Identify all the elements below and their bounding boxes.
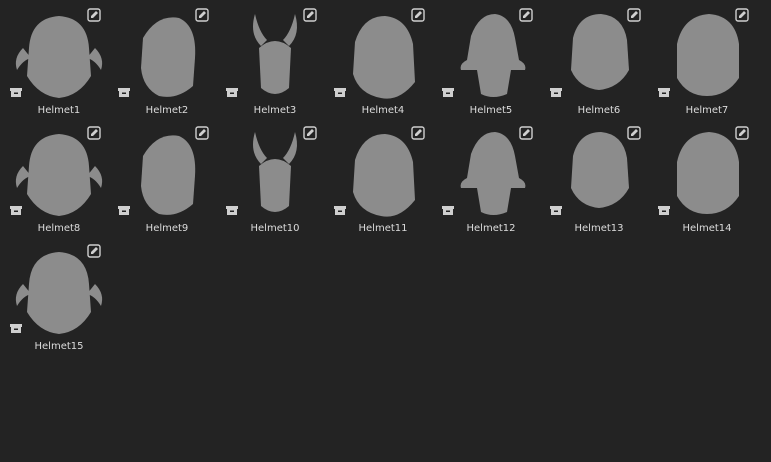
asset-tile[interactable]: Helmet13	[545, 124, 653, 242]
edit-icon[interactable]	[411, 8, 425, 22]
asset-name-label: Helmet1	[37, 105, 81, 116]
asset-tile[interactable]: Helmet14	[653, 124, 761, 242]
asset-name-label: Helmet9	[145, 223, 189, 234]
asset-tile[interactable]: Helmet11	[329, 124, 437, 242]
helmet-thumbnail-icon[interactable]	[657, 8, 757, 108]
edit-icon[interactable]	[87, 244, 101, 258]
edit-icon[interactable]	[87, 8, 101, 22]
asset-marker-icon[interactable]	[441, 85, 455, 99]
asset-tile[interactable]: Helmet10	[221, 124, 329, 242]
edit-icon[interactable]	[519, 8, 533, 22]
asset-marker-icon[interactable]	[9, 85, 23, 99]
asset-tile[interactable]: Helmet9	[113, 124, 221, 242]
asset-marker-icon[interactable]	[549, 203, 563, 217]
helmet-thumbnail-icon[interactable]	[9, 8, 109, 108]
helmet-thumbnail-icon[interactable]	[117, 126, 217, 226]
edit-icon[interactable]	[519, 126, 533, 140]
asset-tile[interactable]: Helmet2	[113, 6, 221, 124]
helmet-thumbnail-icon[interactable]	[549, 8, 649, 108]
edit-icon[interactable]	[195, 126, 209, 140]
helmet-thumbnail-icon[interactable]	[9, 244, 109, 344]
asset-name-label: Helmet10	[250, 223, 300, 234]
helmet-thumbnail-icon[interactable]	[117, 8, 217, 108]
helmet-thumbnail-icon[interactable]	[9, 126, 109, 226]
edit-icon[interactable]	[735, 8, 749, 22]
asset-marker-icon[interactable]	[657, 203, 671, 217]
edit-icon[interactable]	[411, 126, 425, 140]
edit-icon[interactable]	[735, 126, 749, 140]
asset-tile[interactable]: Helmet7	[653, 6, 761, 124]
asset-name-label: Helmet8	[37, 223, 81, 234]
asset-tile[interactable]: Helmet5	[437, 6, 545, 124]
helmet-thumbnail-icon[interactable]	[657, 126, 757, 226]
asset-marker-icon[interactable]	[333, 85, 347, 99]
asset-tile[interactable]: Helmet3	[221, 6, 329, 124]
helmet-thumbnail-icon[interactable]	[441, 8, 541, 108]
asset-marker-icon[interactable]	[657, 85, 671, 99]
helmet-thumbnail-icon[interactable]	[549, 126, 649, 226]
edit-icon[interactable]	[195, 8, 209, 22]
asset-browser-grid: Helmet1 Helmet2 Helmet3 Helmet4 Helmet5 Helme…	[0, 0, 771, 462]
asset-name-label: Helmet12	[466, 223, 516, 234]
asset-tile[interactable]: Helmet6	[545, 6, 653, 124]
helmet-thumbnail-icon[interactable]	[225, 126, 325, 226]
helmet-thumbnail-icon[interactable]	[225, 8, 325, 108]
asset-name-label: Helmet4	[361, 105, 405, 116]
helmet-thumbnail-icon[interactable]	[333, 126, 433, 226]
asset-name-label: Helmet13	[574, 223, 624, 234]
asset-marker-icon[interactable]	[441, 203, 455, 217]
asset-marker-icon[interactable]	[9, 321, 23, 335]
asset-name-label: Helmet15	[34, 341, 84, 352]
asset-name-label: Helmet3	[253, 105, 297, 116]
asset-marker-icon[interactable]	[225, 85, 239, 99]
asset-name-label: Helmet5	[469, 105, 513, 116]
asset-tile[interactable]: Helmet15	[5, 242, 113, 360]
asset-marker-icon[interactable]	[9, 203, 23, 217]
edit-icon[interactable]	[627, 8, 641, 22]
asset-marker-icon[interactable]	[117, 85, 131, 99]
asset-name-label: Helmet7	[685, 105, 729, 116]
edit-icon[interactable]	[87, 126, 101, 140]
asset-tile[interactable]: Helmet12	[437, 124, 545, 242]
asset-marker-icon[interactable]	[549, 85, 563, 99]
edit-icon[interactable]	[303, 8, 317, 22]
asset-marker-icon[interactable]	[225, 203, 239, 217]
helmet-thumbnail-icon[interactable]	[441, 126, 541, 226]
asset-name-label: Helmet2	[145, 105, 189, 116]
asset-tile[interactable]: Helmet1	[5, 6, 113, 124]
asset-name-label: Helmet14	[682, 223, 732, 234]
asset-tile[interactable]: Helmet4	[329, 6, 437, 124]
asset-marker-icon[interactable]	[333, 203, 347, 217]
helmet-thumbnail-icon[interactable]	[333, 8, 433, 108]
asset-marker-icon[interactable]	[117, 203, 131, 217]
edit-icon[interactable]	[303, 126, 317, 140]
asset-name-label: Helmet11	[358, 223, 408, 234]
asset-name-label: Helmet6	[577, 105, 621, 116]
asset-tile[interactable]: Helmet8	[5, 124, 113, 242]
edit-icon[interactable]	[627, 126, 641, 140]
